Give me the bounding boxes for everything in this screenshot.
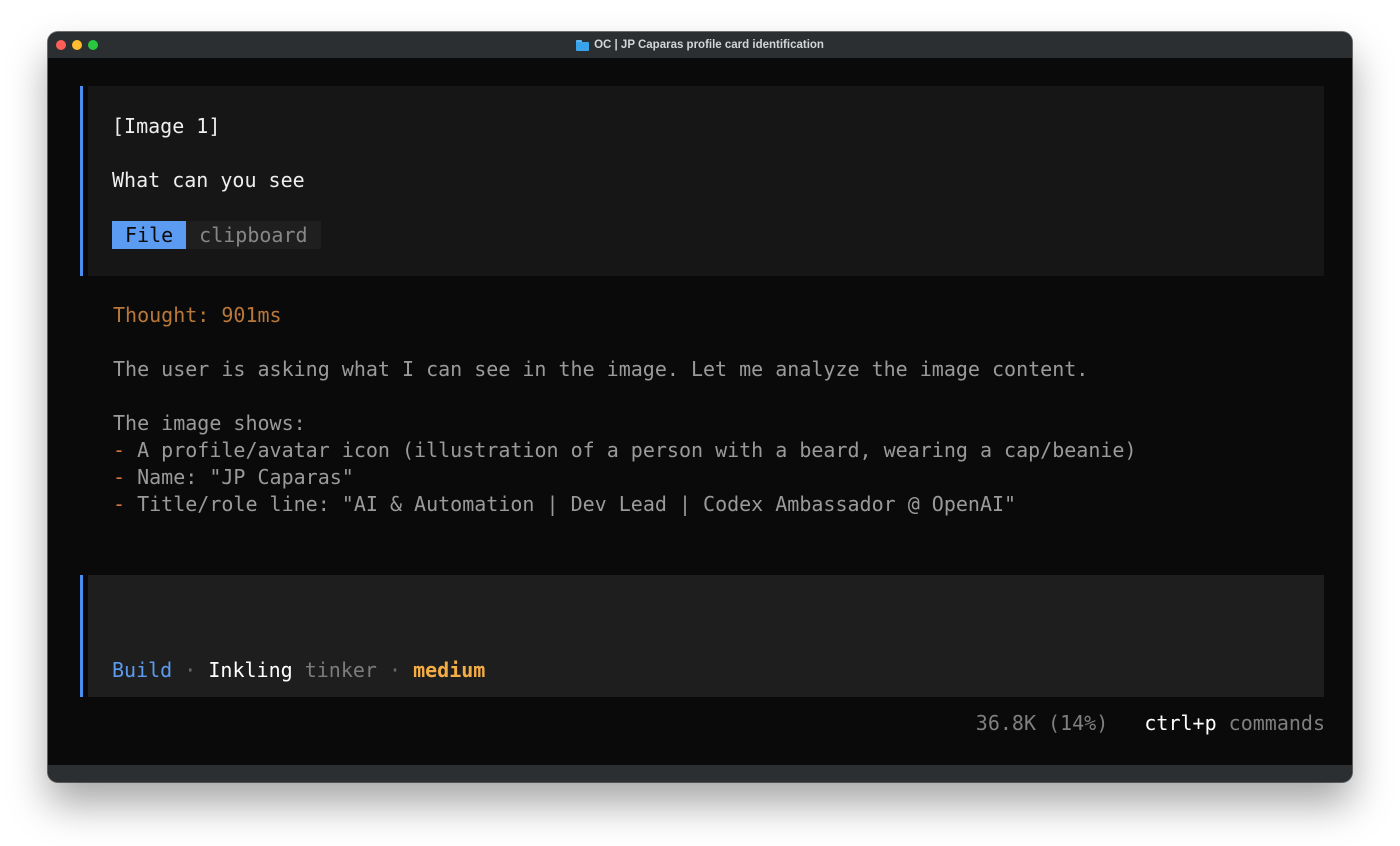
token-usage: 36.8K (14%) bbox=[975, 711, 1109, 735]
window-controls bbox=[56, 40, 98, 50]
commands-hint[interactable]: commands bbox=[1229, 710, 1325, 737]
folder-icon bbox=[576, 39, 590, 51]
attachment-file-label: File bbox=[112, 221, 187, 249]
list-item: - Title/role line: "AI & Automation | De… bbox=[113, 492, 1017, 516]
prompt-input[interactable]: Build · Inkling tinker · medium bbox=[80, 575, 1324, 697]
agent-status-line: Build · Inkling tinker · medium bbox=[112, 657, 485, 684]
window-title-group: OC | JP Caparas profile card identificat… bbox=[576, 39, 824, 51]
shortcut-key: ctrl+p bbox=[1144, 711, 1217, 735]
effort-level[interactable]: medium bbox=[413, 658, 485, 682]
window-title: OC | JP Caparas profile card identificat… bbox=[594, 39, 824, 51]
mode-label[interactable]: Build bbox=[112, 658, 172, 682]
zoom-window-button[interactable] bbox=[88, 40, 98, 50]
list-item: - Name: "JP Caparas" bbox=[113, 465, 354, 489]
close-window-button[interactable] bbox=[56, 40, 66, 50]
window-bottom-bar bbox=[48, 765, 1352, 782]
status-bar: 36.8K (14%) ctrl+p commands bbox=[976, 710, 1325, 737]
image-tag: [Image 1] bbox=[112, 114, 221, 138]
attachment-source-label: clipboard bbox=[186, 221, 321, 249]
minimize-window-button[interactable] bbox=[72, 40, 82, 50]
attachment-badge: File clipboard bbox=[112, 221, 321, 249]
model-name[interactable]: Inkling bbox=[208, 658, 292, 682]
assistant-intro: The user is asking what I can see in the… bbox=[113, 357, 1089, 381]
prompt-input-accent-bar bbox=[80, 575, 83, 697]
user-prompt: What can you see bbox=[112, 168, 305, 192]
separator: · bbox=[184, 658, 197, 682]
separator: · bbox=[389, 658, 402, 682]
thought-duration: Thought: 901ms bbox=[113, 303, 282, 327]
assistant-shows-heading: The image shows: bbox=[113, 411, 306, 435]
title-bar: OC | JP Caparas profile card identificat… bbox=[48, 32, 1352, 58]
model-variant: tinker bbox=[304, 658, 377, 682]
list-item: - A profile/avatar icon (illustration of… bbox=[113, 438, 1137, 462]
user-message: [Image 1] What can you see File clipboar… bbox=[80, 86, 1324, 276]
user-message-accent-bar bbox=[80, 86, 83, 276]
terminal-window: OC | JP Caparas profile card identificat… bbox=[48, 32, 1352, 782]
assistant-response: The user is asking what I can see in the… bbox=[113, 356, 1137, 518]
